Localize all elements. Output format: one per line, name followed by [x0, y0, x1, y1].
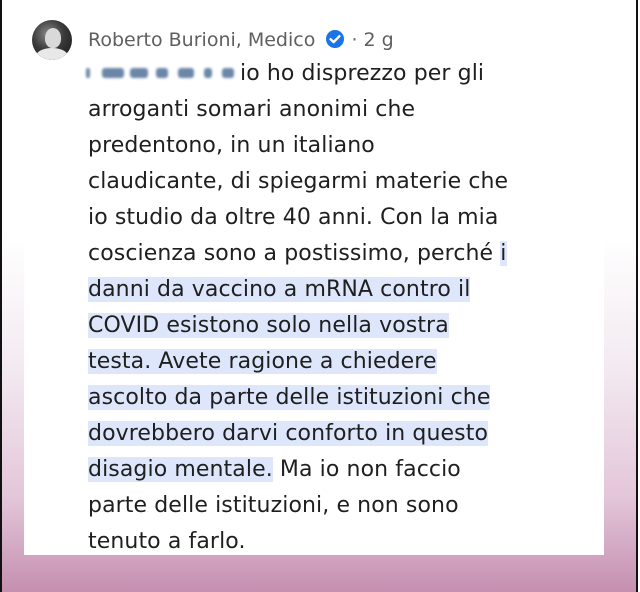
- comment-line: dovrebbero darvi conforto in questo: [88, 416, 598, 452]
- comment-time: 2 g: [363, 29, 394, 51]
- comment-line: COVID esistono solo nella vostra: [88, 308, 598, 344]
- highlighted-text: ascolto da parte delle istituzioni che: [88, 385, 491, 410]
- comment-text: tenuto a farlo.: [88, 529, 246, 554]
- author-name[interactable]: Roberto Burioni, Medico: [88, 29, 315, 51]
- comment-line: parte delle istituzioni, e non sono: [88, 488, 598, 524]
- comment-line: coscienza sono a postissimo, perché i: [88, 236, 598, 272]
- comment-text: coscienza sono a postissimo, perché: [88, 241, 501, 266]
- highlighted-text: COVID esistono solo nella vostra: [88, 313, 449, 338]
- comment-line: tenuto a farlo.: [88, 524, 598, 560]
- comment-line: io ho disprezzo per gli: [88, 56, 598, 92]
- author-line: Roberto Burioni, Medico · 2 g: [88, 28, 394, 52]
- comment-line: danni da vaccino a mRNA contro il: [88, 272, 598, 308]
- meta-separator: ·: [351, 29, 358, 51]
- highlighted-text: dovrebbero darvi conforto in questo: [88, 421, 489, 446]
- comment-line: io studio da oltre 40 anni. Con la mia: [88, 200, 598, 236]
- comment-text: Ma io non faccio: [272, 457, 461, 482]
- comment-body: io ho disprezzo per gli arroganti somari …: [88, 56, 598, 560]
- avatar[interactable]: [32, 20, 72, 60]
- comment-text: predentono, in un italiano: [88, 133, 375, 158]
- highlighted-text: testa. Avete ragione a chiedere: [88, 349, 437, 374]
- avatar-face: [45, 28, 61, 48]
- highlighted-text: disagio mentale.: [88, 457, 273, 482]
- highlighted-text: danni da vaccino a mRNA contro il: [88, 277, 471, 302]
- comment-line: arroganti somari anonimi che: [88, 92, 598, 128]
- comment-text: arroganti somari anonimi che: [88, 97, 416, 122]
- comment-line: testa. Avete ragione a chiedere: [88, 344, 598, 380]
- verified-icon: [326, 30, 345, 48]
- avatar-shoulders: [36, 48, 68, 60]
- comment-text: io studio da oltre 40 anni. Con la mia: [88, 205, 499, 230]
- comment-line: disagio mentale. Ma io non faccio: [88, 452, 598, 488]
- comment-line: predentono, in un italiano: [88, 128, 598, 164]
- comment-line: ascolto da parte delle istituzioni che: [88, 380, 598, 416]
- highlighted-text: i: [500, 241, 507, 266]
- comment-line: claudicante, di spiegarmi materie che: [88, 164, 598, 200]
- comment-card: Roberto Burioni, Medico · 2 g io ho disp…: [24, 10, 604, 555]
- comment-text: claudicante, di spiegarmi materie che: [88, 169, 509, 194]
- comment-text: io ho disprezzo per gli: [240, 61, 485, 86]
- comment-text: parte delle istituzioni, e non sono: [88, 493, 459, 518]
